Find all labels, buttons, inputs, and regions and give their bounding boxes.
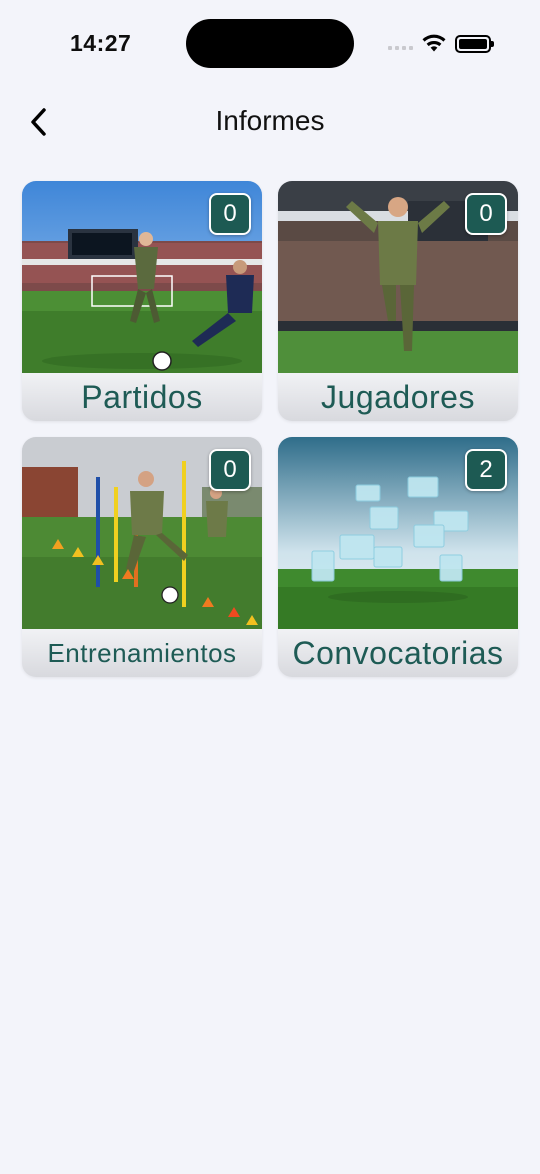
count-badge: 0 <box>465 193 507 235</box>
card-convocatorias[interactable]: 2 Convocatorias <box>278 437 518 677</box>
page-title: Informes <box>215 105 325 136</box>
reports-grid: 0 Partidos 0 Jugadores 0 Entrenamientos … <box>22 181 518 677</box>
count-badge: 2 <box>465 449 507 491</box>
count-badge: 0 <box>209 449 251 491</box>
card-label: Entrenamientos <box>22 629 262 677</box>
status-time: 14:27 <box>70 30 132 56</box>
nav-bar: Informes <box>0 90 540 154</box>
status-bar: 14:27 <box>0 0 540 90</box>
card-label: Jugadores <box>278 373 518 421</box>
battery-icon <box>455 35 494 53</box>
signal-icon <box>388 46 413 50</box>
card-partidos[interactable]: 0 Partidos <box>22 181 262 421</box>
card-jugadores[interactable]: 0 Jugadores <box>278 181 518 421</box>
card-label: Convocatorias <box>278 629 518 677</box>
card-entrenamientos[interactable]: 0 Entrenamientos <box>22 437 262 677</box>
wifi-icon <box>422 34 446 52</box>
dynamic-island <box>186 19 354 68</box>
card-label: Partidos <box>22 373 262 421</box>
count-badge: 0 <box>209 193 251 235</box>
